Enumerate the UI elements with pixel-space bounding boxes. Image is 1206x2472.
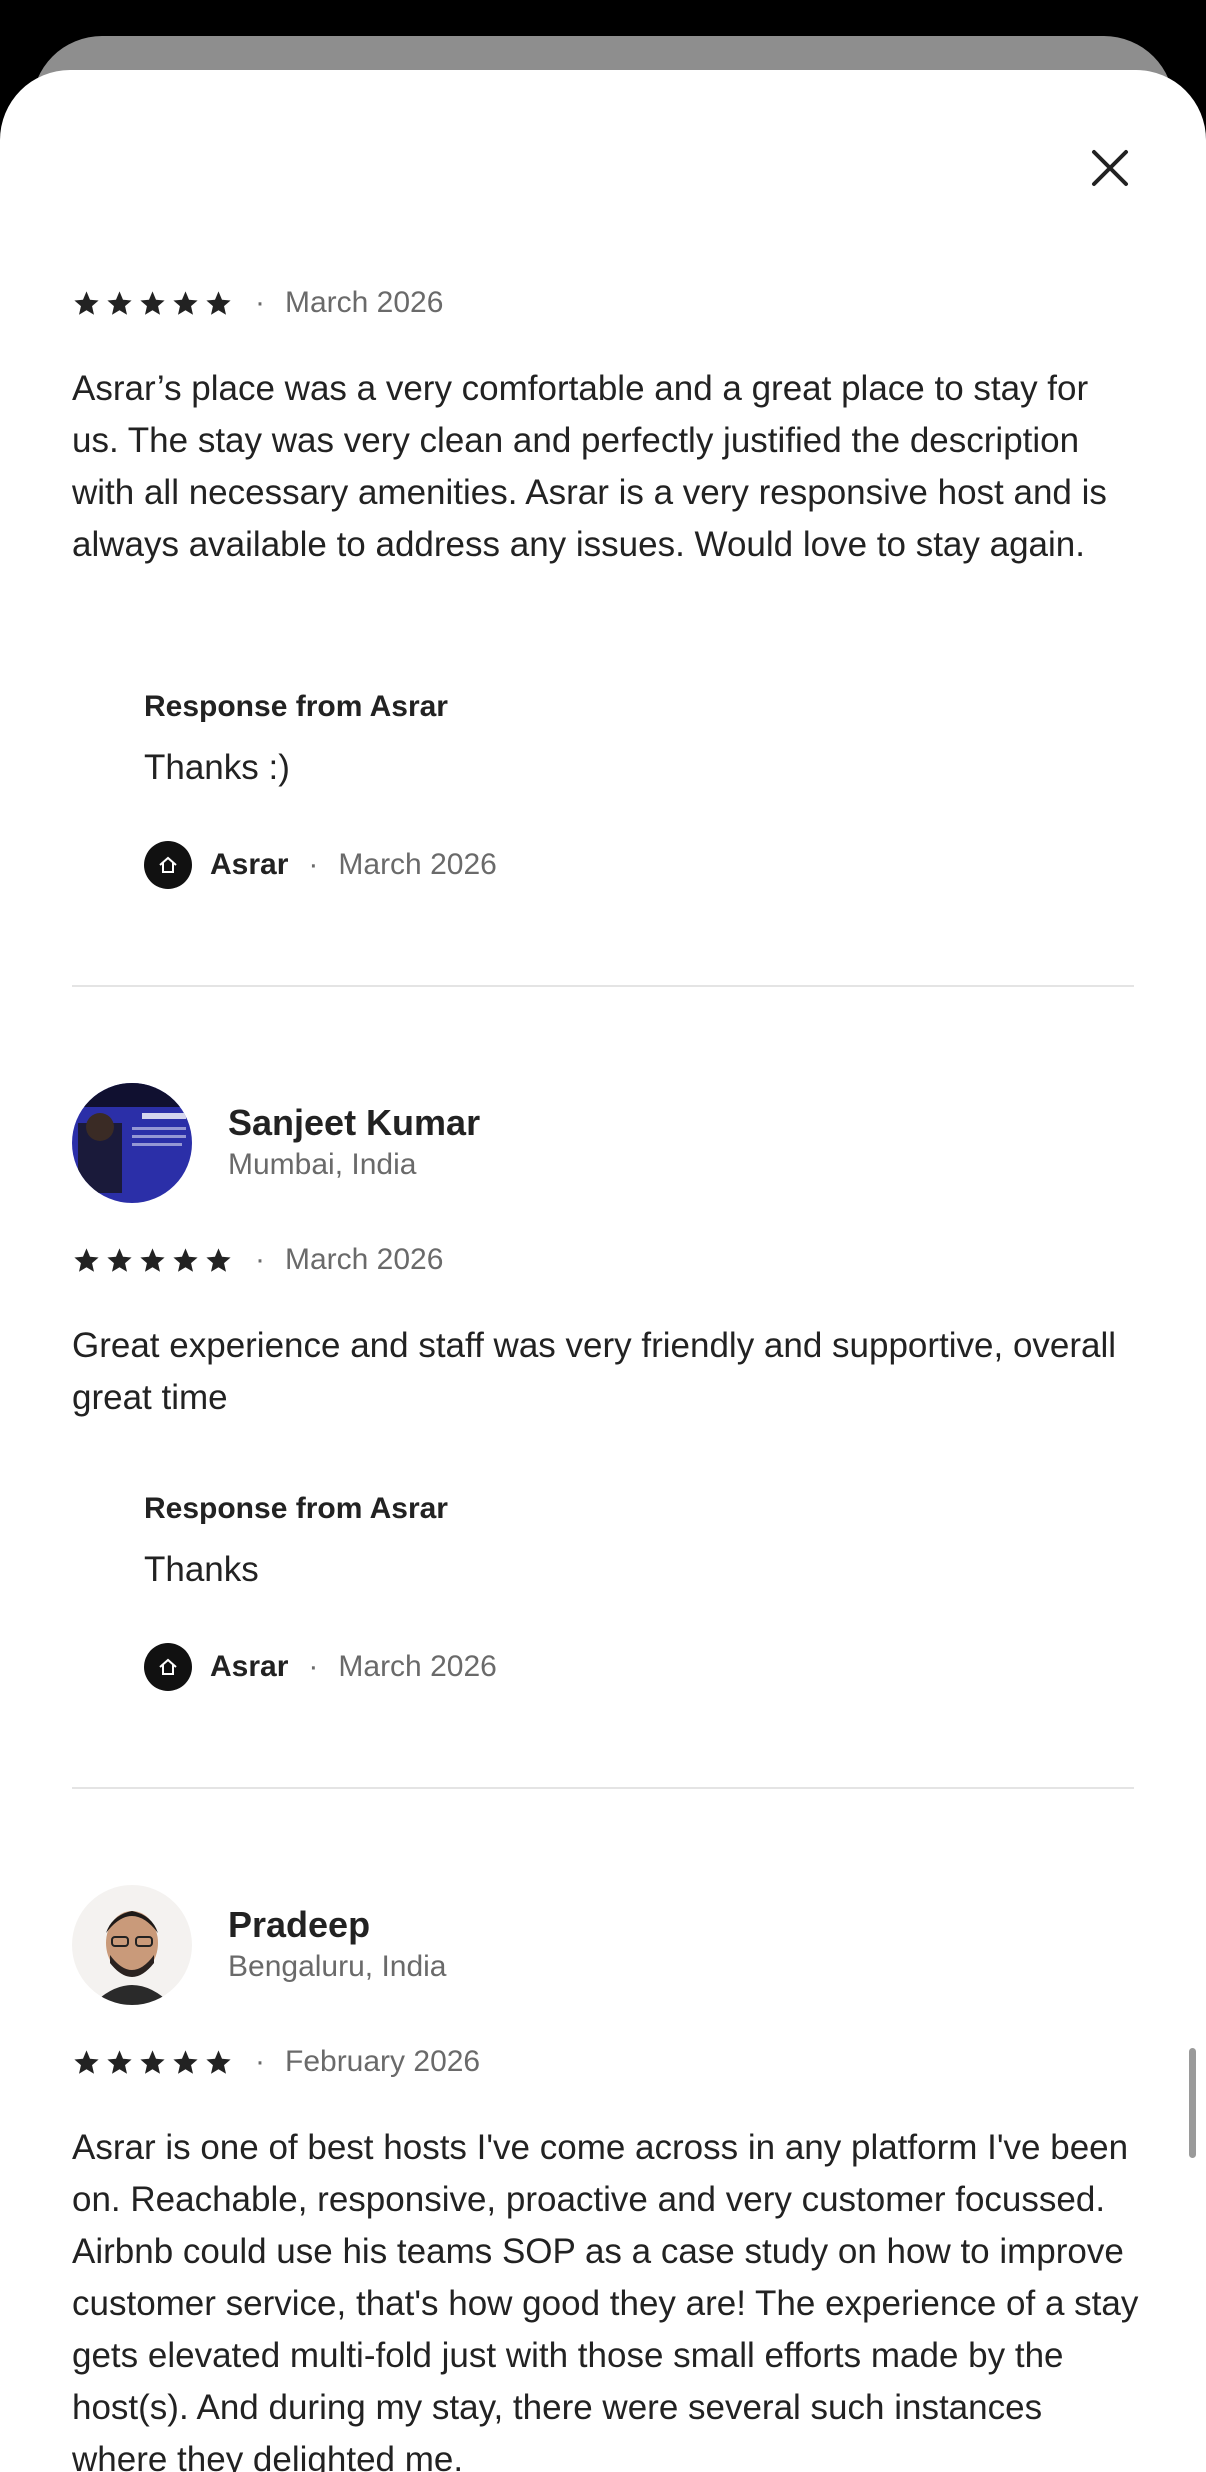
response-text: Thanks <box>144 1550 259 1589</box>
star-icon <box>140 1247 165 1272</box>
review-text: Asrar is one of best hosts I've come acr… <box>72 2128 1139 2472</box>
star-icon <box>74 1247 99 1272</box>
separator-dot: · <box>308 1650 319 1683</box>
response-date: March 2026 <box>338 1650 497 1683</box>
star-icon <box>173 2049 198 2074</box>
star-icon <box>74 2049 99 2074</box>
reviewer-name[interactable]: Pradeep <box>228 1903 447 1947</box>
host-response-meta: Asrar · March 2026 <box>144 1642 497 1692</box>
home-logo-icon <box>159 856 177 873</box>
review-rating-row: · March 2026 <box>72 1240 443 1280</box>
star-icon <box>173 1247 198 1272</box>
home-logo-icon <box>159 1658 177 1675</box>
reviewer-location: Mumbai, India <box>228 1148 417 1181</box>
response-date: March 2026 <box>338 848 497 881</box>
star-icon <box>140 290 165 315</box>
star-rating <box>72 289 233 318</box>
review-date: February 2026 <box>285 2045 481 2078</box>
close-icon <box>1092 150 1128 186</box>
review-rating-row: · February 2026 <box>72 2042 480 2082</box>
review-date: March 2026 <box>285 286 444 319</box>
divider <box>72 1787 1134 1789</box>
star-rating <box>72 2048 233 2077</box>
response-label: Response from Asrar <box>144 1492 448 1525</box>
host-avatar[interactable] <box>144 1643 192 1691</box>
star-rating <box>72 1246 233 1275</box>
host-name[interactable]: Asrar <box>210 1650 288 1684</box>
review-text: Great experience and staff was very frie… <box>72 1326 1117 1417</box>
separator-dot: · <box>255 1243 265 1276</box>
separator-dot: · <box>308 848 319 881</box>
star-icon <box>107 2049 132 2074</box>
star-icon <box>74 290 99 315</box>
separator-dot: · <box>255 2045 265 2078</box>
reviewer-avatar[interactable] <box>72 1885 192 2005</box>
reviewer-info[interactable]: Sanjeet Kumar Mumbai, India <box>72 1083 480 1203</box>
star-icon <box>173 290 198 315</box>
divider <box>72 985 1134 987</box>
response-text: Thanks :) <box>144 748 290 787</box>
close-button[interactable] <box>1082 140 1138 196</box>
review-date: March 2026 <box>285 1243 444 1276</box>
reviewer-location: Bengaluru, India <box>228 1950 447 1983</box>
reviewer-info[interactable]: Pradeep Bengaluru, India <box>72 1885 447 2005</box>
host-avatar[interactable] <box>144 841 192 889</box>
review-text: Asrar’s place was a very comfortable and… <box>72 369 1107 564</box>
star-icon <box>206 290 231 315</box>
response-label: Response from Asrar <box>144 690 448 723</box>
reviewer-avatar[interactable] <box>72 1083 192 1203</box>
review-rating-row: · March 2026 <box>72 283 443 323</box>
host-response-meta: Asrar · March 2026 <box>144 840 497 890</box>
star-icon <box>107 1247 132 1272</box>
host-name[interactable]: Asrar <box>210 848 288 882</box>
star-icon <box>107 290 132 315</box>
reviews-sheet: · March 2026 Asrar’s place was a very co… <box>0 70 1206 2472</box>
reviewer-name[interactable]: Sanjeet Kumar <box>228 1101 480 1145</box>
separator-dot: · <box>255 286 265 319</box>
avatar-photo <box>72 1885 192 2005</box>
star-icon <box>206 2049 231 2074</box>
star-icon <box>140 2049 165 2074</box>
star-icon <box>206 1247 231 1272</box>
avatar-photo <box>72 1083 192 1203</box>
scrollbar-thumb[interactable] <box>1189 2048 1196 2158</box>
